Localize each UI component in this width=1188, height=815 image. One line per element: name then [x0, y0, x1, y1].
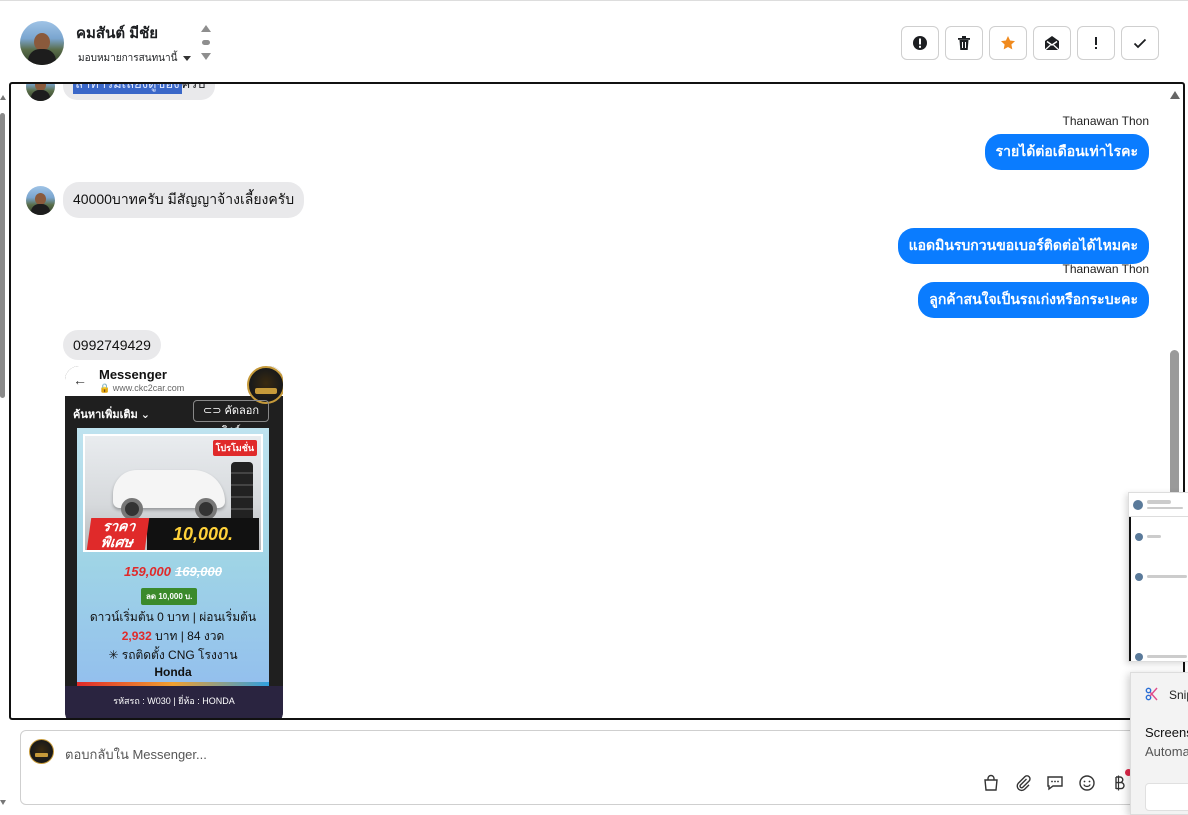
promo-banner: ราคาพิเศษ 10,000.	[86, 518, 259, 550]
image-app-title: Messenger	[99, 367, 167, 382]
snip-action-button[interactable]	[1145, 783, 1188, 811]
image-search-more: ค้นหาเพิ่มเติม ⌄	[73, 409, 151, 421]
alert-circle-icon	[913, 36, 927, 50]
dot-icon	[202, 40, 210, 45]
snip-title: Screenshot copied	[1145, 725, 1188, 740]
poster-line: ดาวน์เริ่มต้น 0 บาท | ผ่อนเริ่มต้น	[89, 610, 257, 624]
mail-open-icon	[1044, 36, 1060, 51]
page-scrollbar[interactable]	[0, 95, 7, 805]
report-button[interactable]	[901, 26, 939, 60]
baht-icon	[1115, 775, 1125, 791]
reply-composer	[20, 730, 1140, 805]
done-button[interactable]	[1121, 26, 1159, 60]
poster-line: Honda	[154, 665, 192, 679]
snip-notification[interactable]: Snipping Tool Screenshot copied Automati…	[1130, 672, 1188, 815]
sender-name: Thanawan Thon	[1062, 262, 1149, 276]
paperclip-icon	[1016, 775, 1031, 792]
tire-stack	[231, 462, 253, 522]
back-arrow-icon: ←	[73, 372, 87, 388]
contact-avatar-small	[26, 84, 55, 101]
chevron-down-icon	[183, 56, 192, 61]
chat-bubble-icon	[1047, 776, 1063, 791]
shop-button[interactable]	[981, 773, 1001, 793]
scroll-thumb[interactable]	[1170, 350, 1179, 500]
car-ad-poster: โปรโมชั่น ราคาพิเศษ 10,000. 159,000 169,0…	[65, 428, 283, 718]
outgoing-message[interactable]: ลูกค้าสนใจเป็นรถเก่งหรือกระบะคะ	[918, 282, 1149, 318]
thumbnail-line	[1147, 507, 1183, 509]
message-text: ครับ	[181, 82, 206, 91]
shared-image-attachment[interactable]: ← Messenger 🔒 www.ckc2car.com ค้นหาเพิ่ม…	[65, 366, 283, 718]
trash-icon	[958, 36, 970, 50]
scroll-thumb[interactable]	[0, 113, 5, 398]
dealer-logo-icon	[247, 366, 283, 404]
conversation-actions	[901, 26, 1159, 60]
contact-avatar-small	[26, 186, 55, 215]
star-icon	[1001, 36, 1015, 50]
shopping-bag-icon	[984, 774, 998, 791]
wheel-icon	[121, 498, 143, 520]
smiley-icon	[1079, 775, 1095, 791]
delete-button[interactable]	[945, 26, 983, 60]
car-photo: โปรโมชั่น ราคาพิเศษ 10,000.	[83, 434, 263, 552]
star-button[interactable]	[989, 26, 1027, 60]
page-avatar	[29, 739, 54, 764]
contact-avatar[interactable]	[20, 21, 64, 65]
important-button[interactable]	[1077, 26, 1115, 60]
incoming-message[interactable]: 40000บาทครับ มีสัญญาจ้างเลี้ยงครับ	[63, 182, 305, 218]
incoming-message[interactable]: ลาทารมิเลยงดูของ ครับ	[63, 82, 216, 100]
snip-preview-thumbnail[interactable]	[1128, 492, 1188, 662]
scissors-icon	[1145, 687, 1158, 701]
wheel-icon	[195, 498, 217, 520]
attach-button[interactable]	[1013, 773, 1033, 793]
poster-footer: รหัสรถ : W030 | ยี่ห้อ : HONDA	[65, 686, 283, 718]
price-row: 159,000 169,000	[124, 564, 222, 579]
scroll-up-icon[interactable]	[1170, 91, 1180, 99]
assign-label: มอบหมายการสนทนานี้	[78, 53, 178, 64]
poster-line: 2,932 บาท | 84 งวด	[121, 629, 225, 643]
conversation-stepper[interactable]	[200, 25, 212, 65]
exclamation-icon	[1095, 37, 1097, 49]
sender-name: Thanawan Thon	[1062, 114, 1149, 128]
thumbnail-avatar	[1133, 500, 1143, 510]
check-icon	[1133, 38, 1147, 49]
scroll-up-icon[interactable]	[0, 95, 6, 100]
image-copy-link: ⊂⊃ คัดลอกลิงค์	[193, 400, 269, 437]
snip-subtitle: Automatically saved	[1145, 744, 1188, 759]
mark-unread-button[interactable]	[1033, 26, 1071, 60]
arrow-up-icon[interactable]	[201, 25, 211, 32]
message-thread[interactable]: ลาทารมิเลยงดูของ ครับ Thanawan Thon รายไ…	[9, 82, 1185, 720]
outgoing-message[interactable]: แอดมินรบกวนขอเบอร์ติดต่อได้ไหมคะ	[897, 228, 1149, 264]
poster-line: ✳ รถติดตั้ง CNG โรงงาน	[108, 648, 238, 662]
image-url: 🔒 www.ckc2car.com	[99, 383, 185, 393]
page: คมสันต์ มีชัย มอบหมายการสนทนานี้ ลาทารมิ…	[0, 0, 1188, 815]
payment-button[interactable]	[1109, 773, 1129, 793]
thumbnail-header	[1129, 493, 1188, 517]
emoji-button[interactable]	[1077, 773, 1097, 793]
saved-replies-button[interactable]	[1045, 773, 1065, 793]
thumbnail-line	[1147, 500, 1171, 504]
outgoing-message[interactable]: รายได้ต่อเดือนเท่าไรคะ	[984, 134, 1149, 170]
thumbnail-frame	[1129, 517, 1188, 661]
arrow-down-icon[interactable]	[201, 53, 211, 60]
snip-app-name: Snipping Tool	[1169, 688, 1188, 702]
conversation-header: คมสันต์ มีชัย มอบหมายการสนทนานี้	[0, 0, 1188, 82]
highlighted-text: ลาทารมิเลยงดูของ	[73, 84, 182, 94]
composer-tools	[981, 773, 1129, 793]
discount-tag: ลด 10,000 บ.	[141, 588, 198, 605]
contact-name[interactable]: คมสันต์ มีชัย	[76, 21, 158, 45]
reply-input[interactable]	[65, 745, 965, 763]
incoming-message[interactable]: 0992749429	[63, 330, 161, 360]
assign-conversation-dropdown[interactable]: มอบหมายการสนทนานี้	[78, 51, 192, 66]
scroll-down-icon[interactable]	[0, 800, 6, 805]
promo-tag: โปรโมชั่น	[212, 440, 257, 456]
